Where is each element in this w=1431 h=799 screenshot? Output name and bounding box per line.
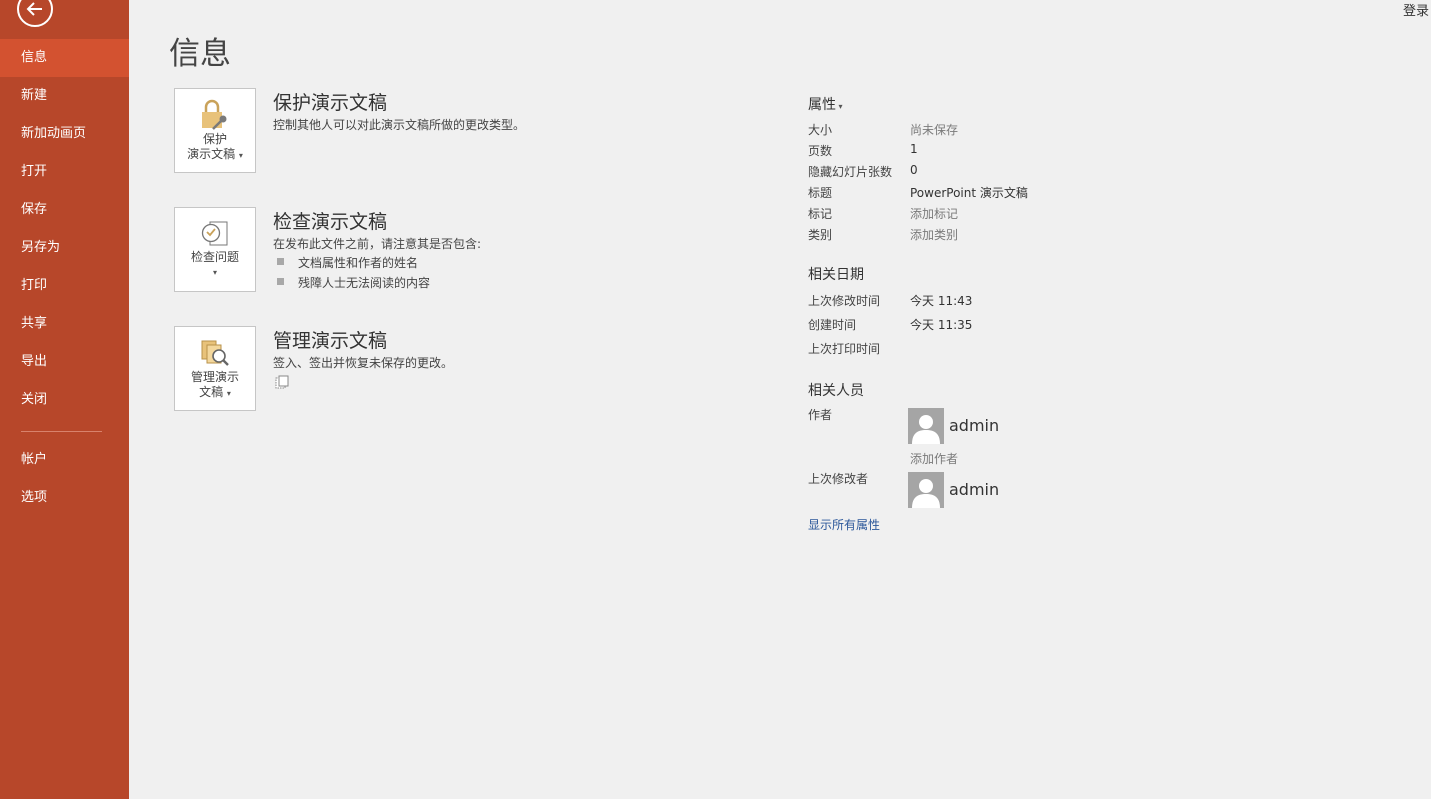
nav-item-close[interactable]: 关闭 (0, 381, 129, 419)
nav-item-save[interactable]: 保存 (0, 191, 129, 229)
inspect-bullet: 残障人士无法阅读的内容 (298, 276, 431, 290)
signin-link[interactable]: 登录 (1403, 0, 1429, 19)
nav-item-export[interactable]: 导出 (0, 343, 129, 381)
protect-label-line1: 保护 (202, 132, 227, 146)
add-author-input[interactable]: 添加作者 (910, 450, 958, 467)
prop-value-hidden-slides: 0 (910, 163, 918, 177)
nav-item-save-as[interactable]: 另存为 (0, 229, 129, 267)
properties-heading-label: 属性 (808, 97, 836, 113)
show-all-properties-link[interactable]: 显示所有属性 (808, 516, 880, 533)
author-label: 作者 (808, 408, 833, 422)
person-icon (912, 479, 940, 508)
nav-item-share[interactable]: 共享 (0, 305, 129, 343)
author-name[interactable]: admin (949, 416, 999, 435)
protect-title: 保护演示文稿 (273, 92, 388, 114)
manage-presentation-button[interactable]: 管理演示 文稿 ▾ (174, 326, 256, 411)
prop-value-categories-input[interactable]: 添加类别 (910, 226, 958, 243)
prop-value-title[interactable]: PowerPoint 演示文稿 (910, 184, 1028, 201)
nav-item-account[interactable]: 帐户 (0, 441, 129, 479)
back-arrow-icon[interactable] (17, 0, 53, 27)
check-issues-button[interactable]: 检查问题 ▾ (174, 207, 256, 292)
last-modified-by-label: 上次修改者 (808, 472, 869, 486)
date-value-created: 今天 11:35 (910, 318, 973, 332)
manage-label-line1: 管理演示 (190, 370, 239, 384)
date-label-created: 创建时间 (808, 318, 857, 332)
prop-label-hidden-slides: 隐藏幻灯片张数 (808, 165, 893, 179)
inspect-title: 检查演示文稿 (273, 211, 388, 233)
chevron-down-icon: ▾ (238, 151, 243, 160)
check-issues-label: 检查问题 (190, 250, 239, 264)
bullet-marker (277, 278, 284, 285)
inspect-desc: 在发布此文件之前，请注意其是否包含: (273, 237, 482, 251)
dates-heading: 相关日期 (808, 267, 864, 283)
nav-item-options[interactable]: 选项 (0, 479, 129, 517)
prop-label-pages: 页数 (808, 144, 833, 158)
prop-value-size: 尚未保存 (910, 123, 959, 137)
prop-label-title: 标题 (808, 186, 833, 200)
page-title: 信息 (169, 36, 231, 72)
nav-item-print[interactable]: 打印 (0, 267, 129, 305)
people-heading: 相关人员 (808, 383, 864, 399)
manage-label-line2: 文稿 (199, 385, 224, 399)
document-icon (275, 375, 289, 389)
nav-item-info[interactable]: 信息 (0, 39, 129, 77)
properties-heading[interactable]: 属性 ▾ (808, 94, 843, 114)
protect-presentation-button[interactable]: 保护 演示文稿 ▾ (174, 88, 256, 173)
prop-value-tags-input[interactable]: 添加标记 (910, 205, 958, 222)
avatar (908, 408, 944, 444)
manage-desc: 签入、签出并恢复未保存的更改。 (273, 356, 454, 370)
date-label-modified: 上次修改时间 (808, 294, 881, 308)
protect-label-line2: 演示文稿 (187, 147, 236, 161)
nav-divider (21, 431, 102, 432)
date-value-modified: 今天 11:43 (910, 294, 973, 308)
bullet-marker (277, 258, 284, 265)
prop-value-pages: 1 (910, 142, 918, 156)
person-icon (912, 415, 940, 444)
backstage-sidebar: 信息 新建 新加动画页 打开 保存 另存为 打印 共享 导出 关闭 帐户 选项 (0, 0, 129, 799)
prop-label-tags: 标记 (808, 207, 833, 221)
lock-key-icon (202, 99, 227, 130)
inspect-bullet: 文档属性和作者的姓名 (298, 256, 419, 270)
prop-label-categories: 类别 (808, 228, 833, 242)
nav-item-open[interactable]: 打开 (0, 153, 129, 191)
manage-title: 管理演示文稿 (273, 330, 388, 352)
nav-item-new[interactable]: 新建 (0, 77, 129, 115)
date-label-printed: 上次打印时间 (808, 342, 881, 356)
prop-label-size: 大小 (808, 123, 833, 137)
nav-item-new-animation-page[interactable]: 新加动画页 (0, 115, 129, 153)
avatar (908, 472, 944, 508)
protect-desc: 控制其他人可以对此演示文稿所做的更改类型。 (273, 118, 526, 132)
chevron-down-icon: ▾ (226, 389, 231, 398)
manage-document-icon (201, 340, 229, 366)
chevron-down-icon: ▾ (836, 102, 843, 111)
document-inspect-icon (201, 221, 228, 246)
chevron-down-icon: ▾ (212, 268, 217, 277)
last-modified-by-name[interactable]: admin (949, 480, 999, 499)
